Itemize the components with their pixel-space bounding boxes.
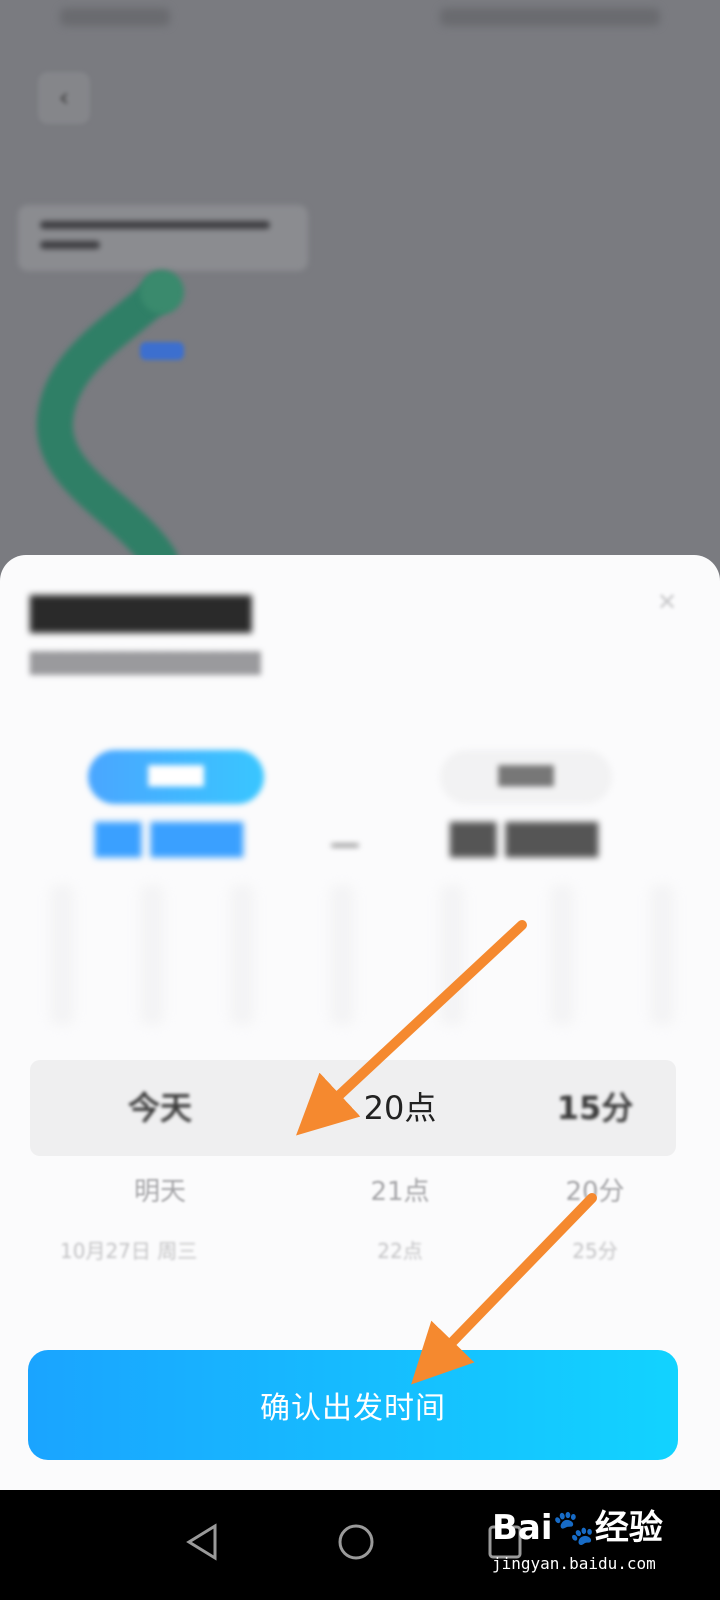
watermark-logo: Bai🐾经验 [492,1508,663,1548]
minute-picker-option[interactable]: 20分 [545,1171,645,1208]
minute-picker-selected[interactable]: 15分 [545,1083,645,1129]
close-icon[interactable]: ✕ [652,587,682,617]
circle-home-icon[interactable] [336,1522,376,1562]
route-start-marker [140,270,184,314]
route-map [36,270,184,578]
watermark-url: jingyan.baidu.com [492,1554,656,1573]
minute-picker-option[interactable]: 25分 [545,1235,645,1264]
arrive-time-tab-blurred[interactable]: ████ [440,750,612,804]
sheet-title-blurred: █████████ [30,595,252,633]
system-navigation-bar: Bai🐾经验 jingyan.baidu.com [0,1490,720,1600]
baidu-jingyan-watermark: Bai🐾经验 jingyan.baidu.com [492,1490,702,1600]
map-background[interactable]: ‹ [0,0,720,600]
departure-time-sheet: ✕ █████████ ███████████████ ████ ████ ██… [0,555,720,1520]
route-label-marker [140,342,184,360]
route-line [36,274,178,578]
hour-picker-option[interactable]: 22点 [350,1235,450,1264]
day-picker-option[interactable]: 明天 [110,1171,210,1208]
hour-picker-selected[interactable]: 20点 [350,1083,450,1129]
confirm-departure-time-button[interactable]: 确认出发时间 [28,1350,678,1460]
day-picker-selected[interactable]: 今天 [110,1083,210,1129]
ghost-decoration [30,885,690,1025]
sheet-subtitle-blurred: ███████████████ [30,651,261,675]
day-picker-option[interactable]: 10月27日 周三 [60,1235,290,1264]
hour-picker-option[interactable]: 21点 [350,1171,450,1208]
time-separator: — [330,827,360,862]
arrive-time-value-blurred: ██ ████ [450,823,598,858]
depart-time-tab-blurred[interactable]: ████ [88,750,264,804]
depart-time-value-blurred: ██ ████ [95,823,243,858]
triangle-back-icon[interactable] [185,1522,219,1562]
